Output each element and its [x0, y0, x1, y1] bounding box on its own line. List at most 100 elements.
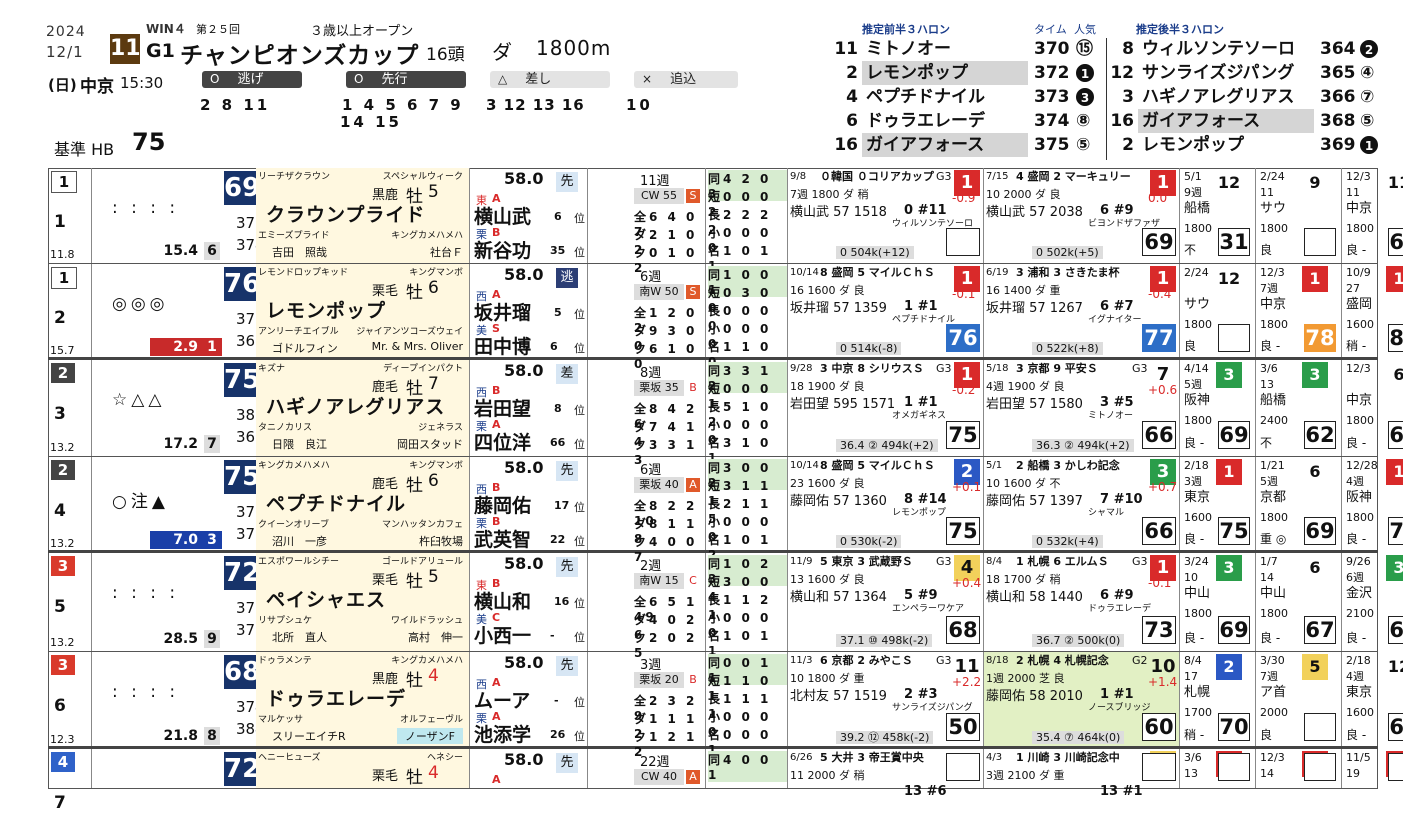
waku-badge: 1	[51, 267, 77, 289]
history-distance: 1800	[1260, 318, 1288, 331]
history-venue: サウ	[1260, 201, 1287, 216]
horse-info-cell: キングカメハメハ キングマンボ 鹿毛牡 6 ペプチドナイル クイーンオリーブ マンハッタンカ…	[256, 457, 470, 550]
past-date: 10/14	[790, 267, 819, 278]
table-row: 2413.2○注▲7.0375-0.8337333728キングカメハメハキングマ…	[48, 457, 1403, 564]
history-venue: ア首	[1260, 685, 1287, 700]
history-distance: 1800	[1184, 607, 1212, 620]
stats-cell: 同1 0 0 1短0 3 0 0長0 0 0 0小0 0 0 0名1 1 0 0	[706, 264, 788, 369]
past-margin: +0.1	[952, 480, 982, 494]
marks-cell: ☆△△17.2775-105381113663	[92, 360, 298, 456]
history-finish: 12	[1217, 269, 1241, 288]
table-row: 1111.8: : : :15.4669-6.811377837410リーチザク…	[48, 168, 1403, 275]
horse-info-cell: レモンドロップキッド キングマンボ 栗毛牡 6 レモンポップ アンリーチエイブル ジャイアン…	[256, 264, 470, 357]
jockey-cell: 58.0 差西 B 岩田望 8 位栗 A 四位洋 66 位	[470, 360, 588, 456]
past-date: 6/19	[986, 267, 1009, 278]
age: 6	[428, 278, 439, 298]
style-label: 差し	[525, 72, 552, 87]
weight-rating: 15.7	[50, 344, 75, 357]
past-distance-info: 3週 2100 ダ 重	[986, 769, 1065, 782]
history-condition: 良 -	[1260, 339, 1281, 353]
past-distance-info: 13 1600 ダ 良	[790, 573, 865, 586]
stats-cell: 同3 3 1 2 短0 0 0 1 長5 1 0 2 小0 0 0 0 名3 1 0 1	[706, 360, 788, 465]
course-grade: S	[686, 189, 700, 203]
history-hb-score: 63	[1388, 713, 1403, 741]
pace-horse-number: 4	[846, 87, 858, 107]
history-condition: 良 -	[1260, 631, 1281, 645]
marks-cell: 72-4.0	[92, 749, 302, 788]
impost-weight: 58.0	[504, 554, 544, 573]
pace-horse-number: 6	[846, 111, 858, 131]
stats-cell: 同4 2 0 3短0 0 0 2長2 2 2 2小0 0 0 0名1 0 1 1	[706, 168, 788, 273]
history-distance: 1600	[1346, 706, 1374, 719]
history-hb-score: 70	[1218, 713, 1250, 741]
broodmare-sire: ジャイアンツコーズウェイ	[356, 327, 463, 337]
past-race-cell: 5/1 2 船橋 3 かしわ記念 3 10 1600 ダ 不藤岡佑 57 1397 7 …	[984, 457, 1180, 550]
pace-horse-number: 2	[846, 63, 858, 83]
past-hb-score	[946, 228, 980, 256]
history-finish: 6	[1393, 365, 1403, 384]
history-cell: 4/14 3 5週 阪神 1800 良 - 69	[1180, 360, 1256, 456]
dam: タニノカリス	[258, 423, 313, 433]
horse-number: 2	[54, 308, 66, 328]
past-position: 6 #7	[1100, 299, 1134, 314]
course-time: 栗坂 35	[634, 380, 684, 396]
dam: エミーズプライド	[258, 231, 330, 241]
history-hb-score: 75	[1218, 517, 1250, 545]
style-pill-senko: O 先行	[346, 71, 466, 88]
rank-suffix: 位	[574, 246, 585, 259]
pace-popularity: ④	[1360, 63, 1375, 83]
history-venue: 盛岡	[1346, 297, 1373, 312]
history-distance: 1800	[1260, 607, 1288, 620]
rank-suffix: 位	[574, 308, 585, 321]
pace-horse-number: 12	[1110, 63, 1134, 83]
past-hb-score: 66	[1142, 421, 1176, 449]
horse-name: ペイシャエス	[266, 589, 387, 611]
past-hb-score: 50	[946, 713, 980, 741]
past-race-name: 5 東京 3 武蔵野Ｓ	[820, 555, 913, 568]
jockey-ranking: 6	[554, 210, 562, 223]
history-condition: 良 -	[1184, 631, 1205, 645]
history-condition: 良	[1260, 243, 1273, 257]
trainer-ranking: 26	[550, 728, 566, 741]
dam: リサプシュケ	[258, 616, 313, 626]
history-venue: 東京	[1184, 490, 1211, 505]
prediction-marks: : : : :	[112, 583, 180, 603]
past-weight: 39.2 ⑫ 458k(-2)	[836, 731, 934, 744]
past-position: 13 #1	[1100, 784, 1143, 799]
sire-line: キングマンボ	[409, 461, 463, 471]
broodmare-sire: ジェネラス	[418, 423, 463, 433]
training-cell: 3週 栗坂 20 B 全2 3 2 9 ダ1 1 1 2 ク1 2 1 2	[588, 652, 706, 759]
weight-rating: 13.2	[50, 636, 75, 649]
history-hb-score: 69	[1388, 421, 1403, 449]
history-finish: 3	[1386, 555, 1403, 581]
history-venue: 中山	[1260, 586, 1287, 601]
history-class: 13	[1184, 767, 1198, 780]
pace-popularity: ⑮	[1076, 39, 1093, 59]
prediction-marks: : : : :	[112, 198, 180, 218]
history-class: 6週	[1346, 571, 1364, 584]
history-date: 3/30	[1260, 654, 1285, 667]
history-cell: 10/9 1 27 盛岡 1600 稍 - 82	[1342, 264, 1403, 357]
popularity: 6	[204, 242, 220, 260]
past-jockey-time: 横山和 57 1364	[790, 590, 887, 605]
past-weight: 37.1 ⑩ 498k(-2)	[836, 634, 933, 647]
history-venue: サウ	[1184, 297, 1211, 312]
history-class: 7週	[1260, 670, 1278, 683]
history-hb-score	[1388, 753, 1403, 781]
past-hb-score: 68	[946, 616, 980, 644]
distance: 1800m	[536, 36, 612, 60]
impost-weight: 58.0	[504, 458, 544, 477]
running-style: 先	[556, 461, 578, 481]
rank-suffix: 位	[574, 342, 585, 355]
horse-number-cell: 2 4 13.2	[48, 457, 92, 550]
jockey-name: 藤岡佑	[474, 495, 532, 517]
horse-number: 6	[54, 696, 66, 716]
back-row: 8 ウィルソンテソーロ 364 2	[1114, 37, 1378, 61]
past-race-name: 2 船橋 3 かしわ記念	[1016, 459, 1120, 472]
past-race-name: 5 大井 3 帝王賞中央	[820, 751, 924, 764]
hb-score: 75	[224, 460, 261, 494]
history-cell: 12/3 11 11 中京 1800 良 - 63	[1342, 168, 1403, 263]
weight-rating: 12.3	[50, 733, 75, 746]
rank-suffix: 位	[574, 696, 585, 709]
course-grade: A	[686, 478, 700, 492]
